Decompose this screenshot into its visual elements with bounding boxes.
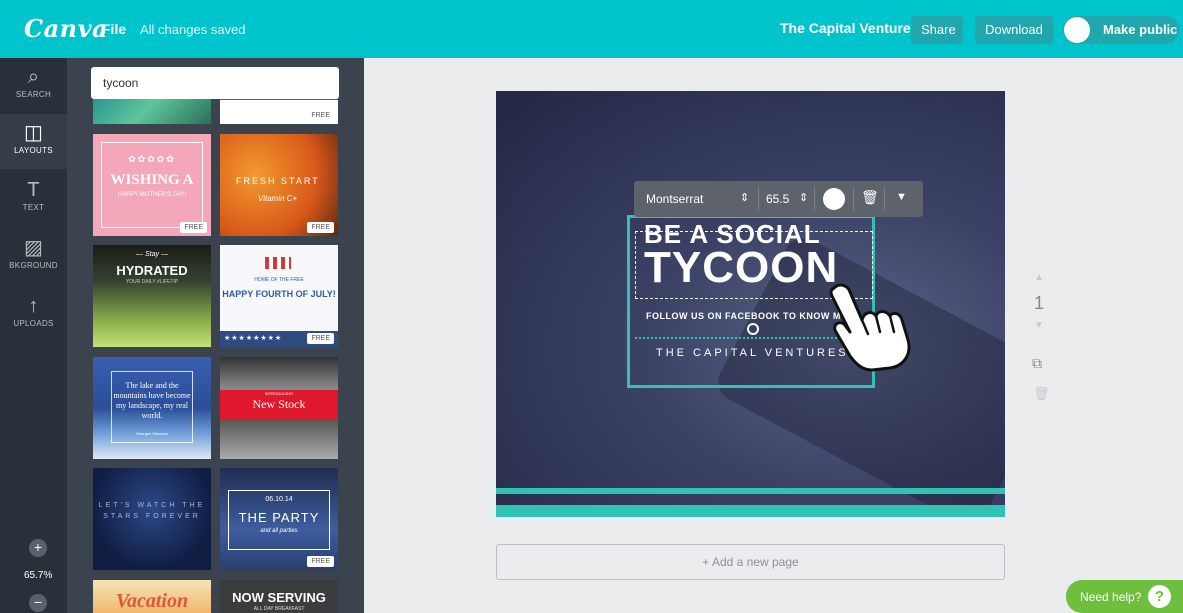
rail-item-background[interactable]: ▨ BKGROUND <box>0 229 67 284</box>
template-subtext: HAPPY MOTHER'S DAY! <box>117 192 187 198</box>
zoom-in-button[interactable]: + <box>29 539 47 557</box>
template-text: LET'S WATCH THE STARS FOREVER <box>98 502 206 520</box>
free-badge: FREE <box>180 222 207 233</box>
text-color-swatch[interactable] <box>823 188 845 210</box>
template-text: FRESH START <box>236 176 320 186</box>
rail-item-layouts[interactable]: ◫ LAYOUTS <box>0 114 67 169</box>
free-badge: FREE <box>307 333 334 344</box>
upload-icon: ↑ <box>28 295 39 317</box>
copy-page-icon[interactable]: ⧉ <box>1032 355 1042 372</box>
rail-item-uploads[interactable]: ↑ UPLOADS <box>0 287 67 342</box>
share-button[interactable]: Share <box>911 16 963 44</box>
template-text: HYDRATED <box>116 263 188 278</box>
template-thumbnail[interactable]: The lake and the mountains have become m… <box>93 357 211 459</box>
toggle-knob[interactable] <box>1064 17 1090 43</box>
template-text: The lake and the mountains have become m… <box>113 381 191 420</box>
template-subtext: ALL DAY BREAKFAST <box>253 606 305 612</box>
make-public-label[interactable]: Make public <box>1103 22 1177 37</box>
move-page-up-icon[interactable]: ▲ <box>1034 272 1044 283</box>
trash-icon[interactable]: 🗑 <box>861 189 879 206</box>
template-thumbnail[interactable]: NOW SERVING ALL DAY BREAKFAST <box>220 580 338 613</box>
teal-stripe[interactable] <box>496 505 1005 517</box>
headline-line-2[interactable]: TYCOON <box>644 243 838 293</box>
chevron-down-icon[interactable]: ▼ <box>896 191 907 203</box>
template-text: WISHING A <box>110 172 194 188</box>
template-text: Vacation <box>115 590 189 612</box>
need-help-label: Need help? <box>1080 590 1142 604</box>
template-subtext: Georges Simenon <box>135 431 169 436</box>
add-new-page-button[interactable]: + Add a new page <box>496 544 1005 580</box>
follow-text[interactable]: FOLLOW US ON FACEBOOK TO KNOW MO <box>646 311 848 321</box>
text-toolbar: Montserrat ⇕ 65.5 ⇕ 🗑 ▼ <box>634 181 923 217</box>
template-subtext: INTRODUCING <box>264 391 294 396</box>
font-stepper-icon[interactable]: ⇕ <box>740 191 749 204</box>
flag-icon <box>265 257 291 269</box>
free-badge: FREE <box>307 222 334 233</box>
free-badge: FREE <box>307 110 334 121</box>
template-thumbnail[interactable]: 06.10.14 THE PARTY and all parties FREE <box>220 468 338 570</box>
canva-logo[interactable]: Canva <box>24 14 108 43</box>
rail-label: BKGROUND <box>9 261 58 270</box>
font-size-field[interactable]: 65.5 <box>766 192 789 206</box>
delete-page-icon[interactable]: 🗑 <box>1033 386 1050 402</box>
rail-label: LAYOUTS <box>14 146 53 155</box>
template-thumbnail[interactable]: ✿✿✿✿✿ WISHING A HAPPY MOTHER'S DAY! FREE <box>93 134 211 236</box>
font-selector[interactable]: Montserrat <box>646 192 703 206</box>
font-size-stepper-icon[interactable]: ⇕ <box>799 191 808 204</box>
template-thumbnail[interactable]: — Stay — HYDRATED YOUR DAILY #LIFETIP <box>93 245 211 347</box>
save-status: All changes saved <box>140 22 246 37</box>
top-bar: Canva File All changes saved The Capital… <box>0 0 1183 58</box>
zoom-out-button[interactable]: − <box>29 594 47 612</box>
zoom-level: 65.7% <box>24 570 53 581</box>
rail-item-text[interactable]: T TEXT <box>0 171 67 226</box>
page-number: 1 <box>1034 293 1045 313</box>
hand-pointer-icon <box>829 283 911 372</box>
template-thumbnail[interactable]: HOME OF THE FREE HAPPY FOURTH OF JULY! ★… <box>220 245 338 347</box>
team-name[interactable]: The Capital Ventures <box>780 20 918 36</box>
template-subtext: Vitamin C+ <box>258 194 298 203</box>
free-badge: FREE <box>307 556 334 567</box>
teal-stripe[interactable] <box>496 488 1005 494</box>
background-icon: ▨ <box>24 237 43 259</box>
template-text: THE PARTY <box>238 510 320 525</box>
divider <box>853 187 854 211</box>
text-icon: T <box>27 179 40 201</box>
layouts-icon: ◫ <box>24 122 43 144</box>
download-button[interactable]: Download <box>975 16 1053 44</box>
template-subtext: and all parties <box>260 528 298 534</box>
search-input[interactable] <box>91 67 339 99</box>
search-icon: ⌕ <box>27 66 40 88</box>
template-subtext: HOME OF THE FREE <box>254 277 304 283</box>
flower-decoration: ✿✿✿✿✿ <box>128 154 176 164</box>
template-text: New Stock <box>252 397 306 411</box>
move-page-down-icon[interactable]: ▼ <box>1034 320 1044 331</box>
template-subtext: YOUR DAILY #LIFETIP <box>125 279 179 285</box>
template-text: NOW SERVING <box>232 590 326 605</box>
template-kicker: — Stay — <box>136 251 168 258</box>
template-thumbnail[interactable]: FRESH START Vitamin C+ FREE <box>220 134 338 236</box>
divider <box>814 187 815 211</box>
left-rail: ⌕ SEARCH ◫ LAYOUTS T TEXT ▨ BKGROUND ↑ U… <box>0 58 67 613</box>
rotate-handle-icon[interactable] <box>747 323 759 335</box>
design-canvas[interactable]: BE A SOCIAL TYCOON FOLLOW US ON FACEBOOK… <box>496 91 1005 517</box>
divider <box>884 187 885 211</box>
template-date: 06.10.14 <box>265 496 293 503</box>
template-thumbnail[interactable]: Vacation <box>93 580 211 613</box>
rail-label: SEARCH <box>15 90 52 99</box>
rail-label: TEXT <box>22 203 45 212</box>
need-help-button[interactable]: Need help? ? <box>1066 580 1183 613</box>
template-thumbnail[interactable]: INTRODUCING New Stock <box>220 357 338 459</box>
question-icon: ? <box>1148 585 1171 608</box>
file-menu[interactable]: File <box>102 21 126 37</box>
template-text: HAPPY FOURTH OF JULY! <box>222 289 336 299</box>
rail-label: UPLOADS <box>13 319 54 328</box>
rail-item-search[interactable]: ⌕ SEARCH <box>0 58 67 113</box>
divider <box>758 187 759 211</box>
template-thumbnail[interactable]: LET'S WATCH THE STARS FOREVER <box>93 468 211 570</box>
